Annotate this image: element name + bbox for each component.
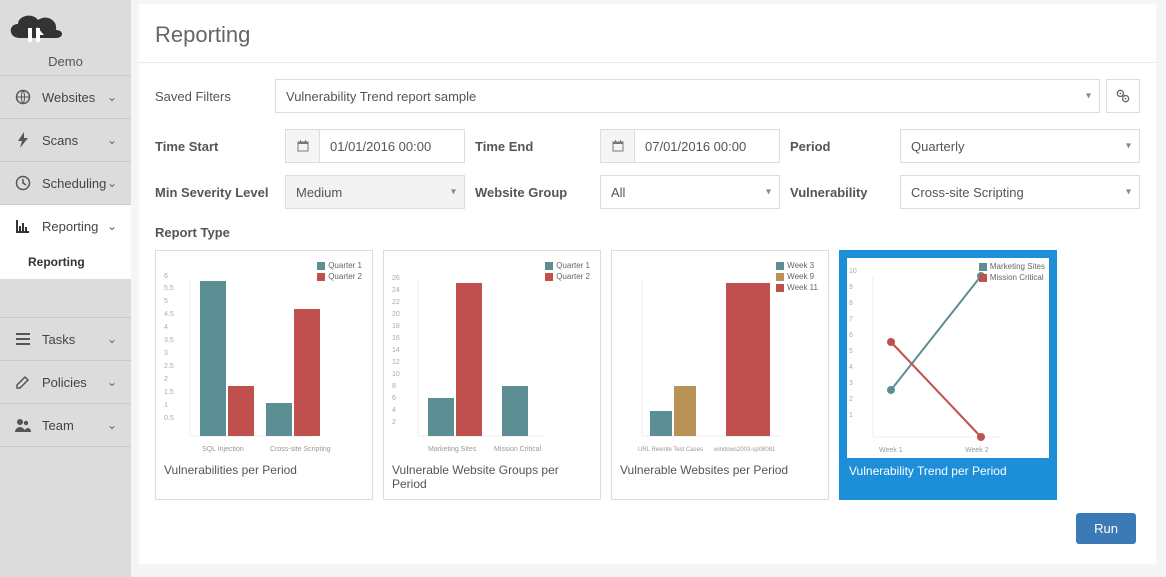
period-select[interactable]: Quarterly <box>900 129 1140 163</box>
sidebar-item-tasks[interactable]: Tasks ⌄ <box>0 318 131 360</box>
sidebar-item-websites[interactable]: Websites ⌄ <box>0 76 131 118</box>
website-group-select[interactable]: All <box>600 175 780 209</box>
min-severity-value: Medium <box>296 185 342 200</box>
chevron-down-icon: ⌄ <box>107 375 117 389</box>
time-end-value: 07/01/2016 00:00 <box>645 139 746 154</box>
sidebar-item-label: Tasks <box>42 332 107 347</box>
chevron-down-icon: ⌄ <box>107 176 117 190</box>
chevron-down-icon: ⌄ <box>107 219 117 233</box>
chevron-down-icon: ⌄ <box>107 332 117 346</box>
report-type-card-trend[interactable]: Marketing Sites Mission Critical Week 1 … <box>839 250 1057 500</box>
calendar-icon <box>285 129 319 163</box>
vulnerability-label: Vulnerability <box>790 185 890 200</box>
website-group-value: All <box>611 185 625 200</box>
sidebar-item-label: Scheduling <box>42 176 107 191</box>
saved-filters-settings-button[interactable] <box>1106 79 1140 113</box>
time-start-input[interactable]: 01/01/2016 00:00 <box>285 129 465 163</box>
card-title: Vulnerability Trend per Period <box>847 458 1049 480</box>
chart-thumb: Quarter 1 Quarter 2 SQL Injection Cross-… <box>162 257 366 457</box>
time-start-value: 01/01/2016 00:00 <box>330 139 431 154</box>
sidebar-item-label: Scans <box>42 133 107 148</box>
report-type-card-websites[interactable]: Week 3 Week 9 Week 11 URL Rewrite Test C… <box>611 250 829 500</box>
globe-icon <box>14 88 32 106</box>
sidebar-item-team[interactable]: Team ⌄ <box>0 404 131 446</box>
sidebar-item-label: Reporting <box>42 219 107 234</box>
time-end-label: Time End <box>475 139 590 154</box>
time-start-label: Time Start <box>155 139 275 154</box>
sidebar-subitem-reporting[interactable]: Reporting <box>0 247 131 279</box>
card-title: Vulnerabilities per Period <box>162 457 366 479</box>
run-button[interactable]: Run <box>1076 513 1136 544</box>
report-type-card-website-groups[interactable]: Quarter 1 Quarter 2 Marketing Sites Miss… <box>383 250 601 500</box>
chart-icon <box>14 217 32 235</box>
tasks-icon <box>14 330 32 348</box>
saved-filters-value: Vulnerability Trend report sample <box>286 89 476 104</box>
chart-thumb: Quarter 1 Quarter 2 Marketing Sites Miss… <box>390 257 594 457</box>
sidebar-item-label: Websites <box>42 90 107 105</box>
reporting-panel: Reporting Saved Filters Vulnerability Tr… <box>139 4 1156 564</box>
card-title: Vulnerable Websites per Period <box>618 457 822 479</box>
time-end-input[interactable]: 07/01/2016 00:00 <box>600 129 780 163</box>
report-type-card-vulnerabilities[interactable]: Quarter 1 Quarter 2 SQL Injection Cross-… <box>155 250 373 500</box>
logo-area: Demo <box>0 0 131 75</box>
main-content: Reporting Saved Filters Vulnerability Tr… <box>131 0 1166 577</box>
sidebar: Demo Websites ⌄ Scans ⌄ Scheduling ⌄ Rep… <box>0 0 131 577</box>
vulnerability-select[interactable]: Cross-site Scripting <box>900 175 1140 209</box>
period-value: Quarterly <box>911 139 964 154</box>
clock-icon <box>14 174 32 192</box>
bolt-icon <box>14 131 32 149</box>
sidebar-item-scans[interactable]: Scans ⌄ <box>0 119 131 161</box>
chevron-down-icon: ⌄ <box>107 90 117 104</box>
min-severity-select[interactable]: Medium <box>285 175 465 209</box>
saved-filters-label: Saved Filters <box>155 89 275 104</box>
page-title: Reporting <box>155 4 1140 62</box>
website-group-label: Website Group <box>475 185 590 200</box>
gear-icon <box>1116 89 1130 103</box>
chevron-down-icon: ⌄ <box>107 418 117 432</box>
saved-filters-select[interactable]: Vulnerability Trend report sample <box>275 79 1100 113</box>
sidebar-item-policies[interactable]: Policies ⌄ <box>0 361 131 403</box>
vulnerability-value: Cross-site Scripting <box>911 185 1024 200</box>
team-icon <box>14 416 32 434</box>
report-type-cards: Quarter 1 Quarter 2 SQL Injection Cross-… <box>155 250 1140 500</box>
chart-thumb: Week 3 Week 9 Week 11 URL Rewrite Test C… <box>618 257 822 457</box>
card-title: Vulnerable Website Groups per Period <box>390 457 594 493</box>
sidebar-item-reporting[interactable]: Reporting ⌄ <box>0 205 131 247</box>
period-label: Period <box>790 139 890 154</box>
sidebar-item-label: Team <box>42 418 107 433</box>
report-type-label: Report Type <box>155 225 1140 240</box>
sidebar-item-label: Policies <box>42 375 107 390</box>
min-severity-label: Min Severity Level <box>155 185 275 200</box>
calendar-icon <box>600 129 634 163</box>
sidebar-item-scheduling[interactable]: Scheduling ⌄ <box>0 162 131 204</box>
cloud-logo-icon <box>0 10 68 48</box>
chevron-down-icon: ⌄ <box>107 133 117 147</box>
chart-thumb: Marketing Sites Mission Critical Week 1 … <box>847 258 1049 458</box>
edit-icon <box>14 373 32 391</box>
brand-label: Demo <box>0 54 131 69</box>
